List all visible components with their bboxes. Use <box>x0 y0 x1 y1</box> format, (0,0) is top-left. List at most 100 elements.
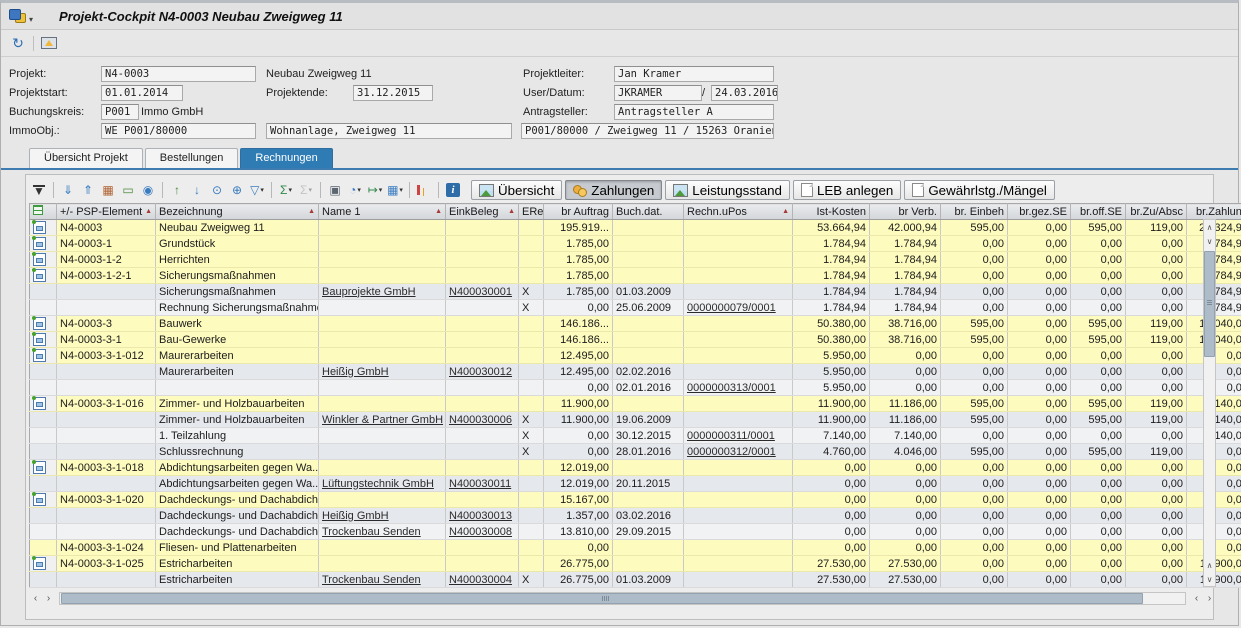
dropdown-caret[interactable]: ▾ <box>308 186 312 194</box>
refresh-icon[interactable]: ↻ <box>8 34 28 52</box>
column-header-rechnupos[interactable]: Rechn.uPos▲ <box>684 204 793 220</box>
dropdown-caret[interactable]: ▾ <box>288 186 292 194</box>
open-folder-icon[interactable]: ▭ <box>119 181 137 199</box>
column-header-sel[interactable] <box>30 204 57 220</box>
column-header-broffse[interactable]: br.off.SE <box>1071 204 1126 220</box>
scroll-left-button-2[interactable]: ‹ <box>1190 592 1203 605</box>
eink-link[interactable]: N400030008 <box>449 526 512 538</box>
projekt-field[interactable]: N4-0003 <box>101 66 256 82</box>
scroll-left-button[interactable]: ‹ <box>29 592 42 605</box>
column-header-eink[interactable]: EinkBeleg▲ <box>446 204 519 220</box>
collapse-all-icon[interactable]: ⇑ <box>79 181 97 199</box>
user-field[interactable]: JKRAMER <box>614 85 702 101</box>
vertical-scrollbar-thumb[interactable] <box>1204 251 1215 357</box>
psp-element-icon[interactable] <box>33 493 46 506</box>
row-select-cell[interactable] <box>30 268 57 284</box>
column-header-ere[interactable]: ERe <box>519 204 544 220</box>
column-header-ist[interactable]: Ist-Kosten <box>793 204 870 220</box>
filter-icon[interactable]: ▽▾ <box>248 181 266 199</box>
eink-link[interactable]: N400030012 <box>449 366 512 378</box>
dropdown-caret[interactable]: ▾ <box>379 186 383 194</box>
name1-link[interactable]: Trockenbau Senden <box>322 526 421 538</box>
projektleiter-field[interactable]: Jan Kramer <box>614 66 774 82</box>
export-icon[interactable]: ↦▾ <box>366 181 384 199</box>
eink-link[interactable]: N400030004 <box>449 574 512 586</box>
row-select-cell[interactable] <box>30 252 57 268</box>
psp-element-icon[interactable] <box>33 461 46 474</box>
tab-rechnungen[interactable]: Rechnungen <box>240 148 332 168</box>
column-header-buchdat[interactable]: Buch.dat. <box>613 204 684 220</box>
psp-element-icon[interactable] <box>33 557 46 570</box>
change-display-icon[interactable]: ▦ <box>99 181 117 199</box>
row-select-cell[interactable] <box>30 380 57 396</box>
psp-element-icon[interactable] <box>33 333 46 346</box>
search-document-icon[interactable]: ◉ <box>139 181 157 199</box>
eink-link[interactable]: N400030006 <box>449 414 512 426</box>
leistungsstand-button[interactable]: Leistungsstand <box>665 180 790 200</box>
buchungskreis-field[interactable]: P001 <box>101 104 139 120</box>
psp-element-icon[interactable] <box>33 349 46 362</box>
horizontal-scrollbar-thumb[interactable] <box>61 593 1143 604</box>
row-select-cell[interactable] <box>30 284 57 300</box>
column-header-brauftrag[interactable]: br Auftrag <box>544 204 613 220</box>
select-all-icon[interactable] <box>33 205 43 215</box>
eink-link[interactable]: N400030011 <box>449 478 511 490</box>
row-select-cell[interactable] <box>30 524 57 540</box>
sum-icon[interactable]: Σ▾ <box>277 181 295 199</box>
column-header-breinbeh[interactable]: br. Einbeh <box>941 204 1008 220</box>
column-header-psp[interactable]: +/- PSP-Element▲ <box>57 204 156 220</box>
graphic-icon[interactable] <box>415 181 433 199</box>
sort-ascending-icon[interactable]: ↑ <box>168 181 186 199</box>
antragsteller-field[interactable]: Antragsteller A <box>614 104 774 120</box>
legend-icon[interactable] <box>39 34 59 52</box>
scroll-down-button[interactable]: ∨ <box>1204 234 1215 248</box>
tab-übersicht-projekt[interactable]: Übersicht Projekt <box>29 148 143 168</box>
psp-element-icon[interactable] <box>33 253 46 266</box>
rechnupos-link[interactable]: 0000000311/0001 <box>687 430 775 442</box>
scroll-right-button-2[interactable]: › <box>1203 592 1216 605</box>
psp-element-icon[interactable] <box>33 221 46 234</box>
immoobj-desc-field[interactable]: Wohnanlage, Zweigweg 11 <box>266 123 512 139</box>
vertical-scrollbar[interactable]: ∧ ∨ ∧ ∨ <box>1203 219 1216 587</box>
immoobj-field[interactable]: WE P001/80000 <box>101 123 256 139</box>
row-select-cell[interactable] <box>30 300 57 316</box>
row-select-cell[interactable] <box>30 460 57 476</box>
find-icon[interactable]: ⊙ <box>208 181 226 199</box>
row-select-cell[interactable] <box>30 316 57 332</box>
row-select-cell[interactable] <box>30 364 57 380</box>
row-select-cell[interactable] <box>30 396 57 412</box>
row-select-cell[interactable] <box>30 236 57 252</box>
print-icon[interactable]: ▣ <box>326 181 344 199</box>
row-select-cell[interactable] <box>30 220 57 236</box>
row-select-cell[interactable] <box>30 556 57 572</box>
leb-anlegen-button[interactable]: LEB anlegen <box>793 180 901 200</box>
transaction-icon[interactable] <box>9 9 26 23</box>
datum-field[interactable]: 24.03.2016 <box>711 85 778 101</box>
adresse-field[interactable]: P001/80000 / Zweigweg 11 / 15263 Oranien… <box>521 123 774 139</box>
name1-link[interactable]: Winkler & Partner GmbH <box>322 414 443 426</box>
name1-link[interactable]: Heißig GmbH <box>322 366 389 378</box>
layout-icon[interactable]: ▦▾ <box>386 181 404 199</box>
eink-link[interactable]: N400030013 <box>449 510 512 522</box>
titlebar-dropdown-caret[interactable]: ▾ <box>29 15 33 24</box>
rechnupos-link[interactable]: 0000000313/0001 <box>687 382 776 394</box>
projektende-field[interactable]: 31.12.2015 <box>353 85 433 101</box>
horizontal-scrollbar-track[interactable] <box>59 592 1186 605</box>
column-header-brzuabsc[interactable]: br.Zu/Absc <box>1126 204 1187 220</box>
row-select-cell[interactable] <box>30 572 57 588</box>
eink-link[interactable]: N400030001 <box>449 286 512 298</box>
name1-link[interactable]: Lüftungstechnik GmbH <box>322 478 434 490</box>
info-icon[interactable]: i <box>444 181 462 199</box>
scroll-page-up-button[interactable]: ∧ <box>1204 558 1215 572</box>
psp-element-icon[interactable] <box>33 269 46 282</box>
row-select-cell[interactable] <box>30 492 57 508</box>
rechnupos-link[interactable]: 0000000079/0001 <box>687 302 776 314</box>
row-select-cell[interactable] <box>30 476 57 492</box>
row-select-cell[interactable] <box>30 428 57 444</box>
sort-descending-icon[interactable]: ↓ <box>188 181 206 199</box>
rechnupos-link[interactable]: 0000000312/0001 <box>687 446 776 458</box>
row-select-cell[interactable] <box>30 348 57 364</box>
row-select-cell[interactable] <box>30 444 57 460</box>
column-header-brzahlung[interactable]: br.Zahlung <box>1187 204 1241 220</box>
views-icon[interactable]: ◔▾ <box>346 181 364 199</box>
